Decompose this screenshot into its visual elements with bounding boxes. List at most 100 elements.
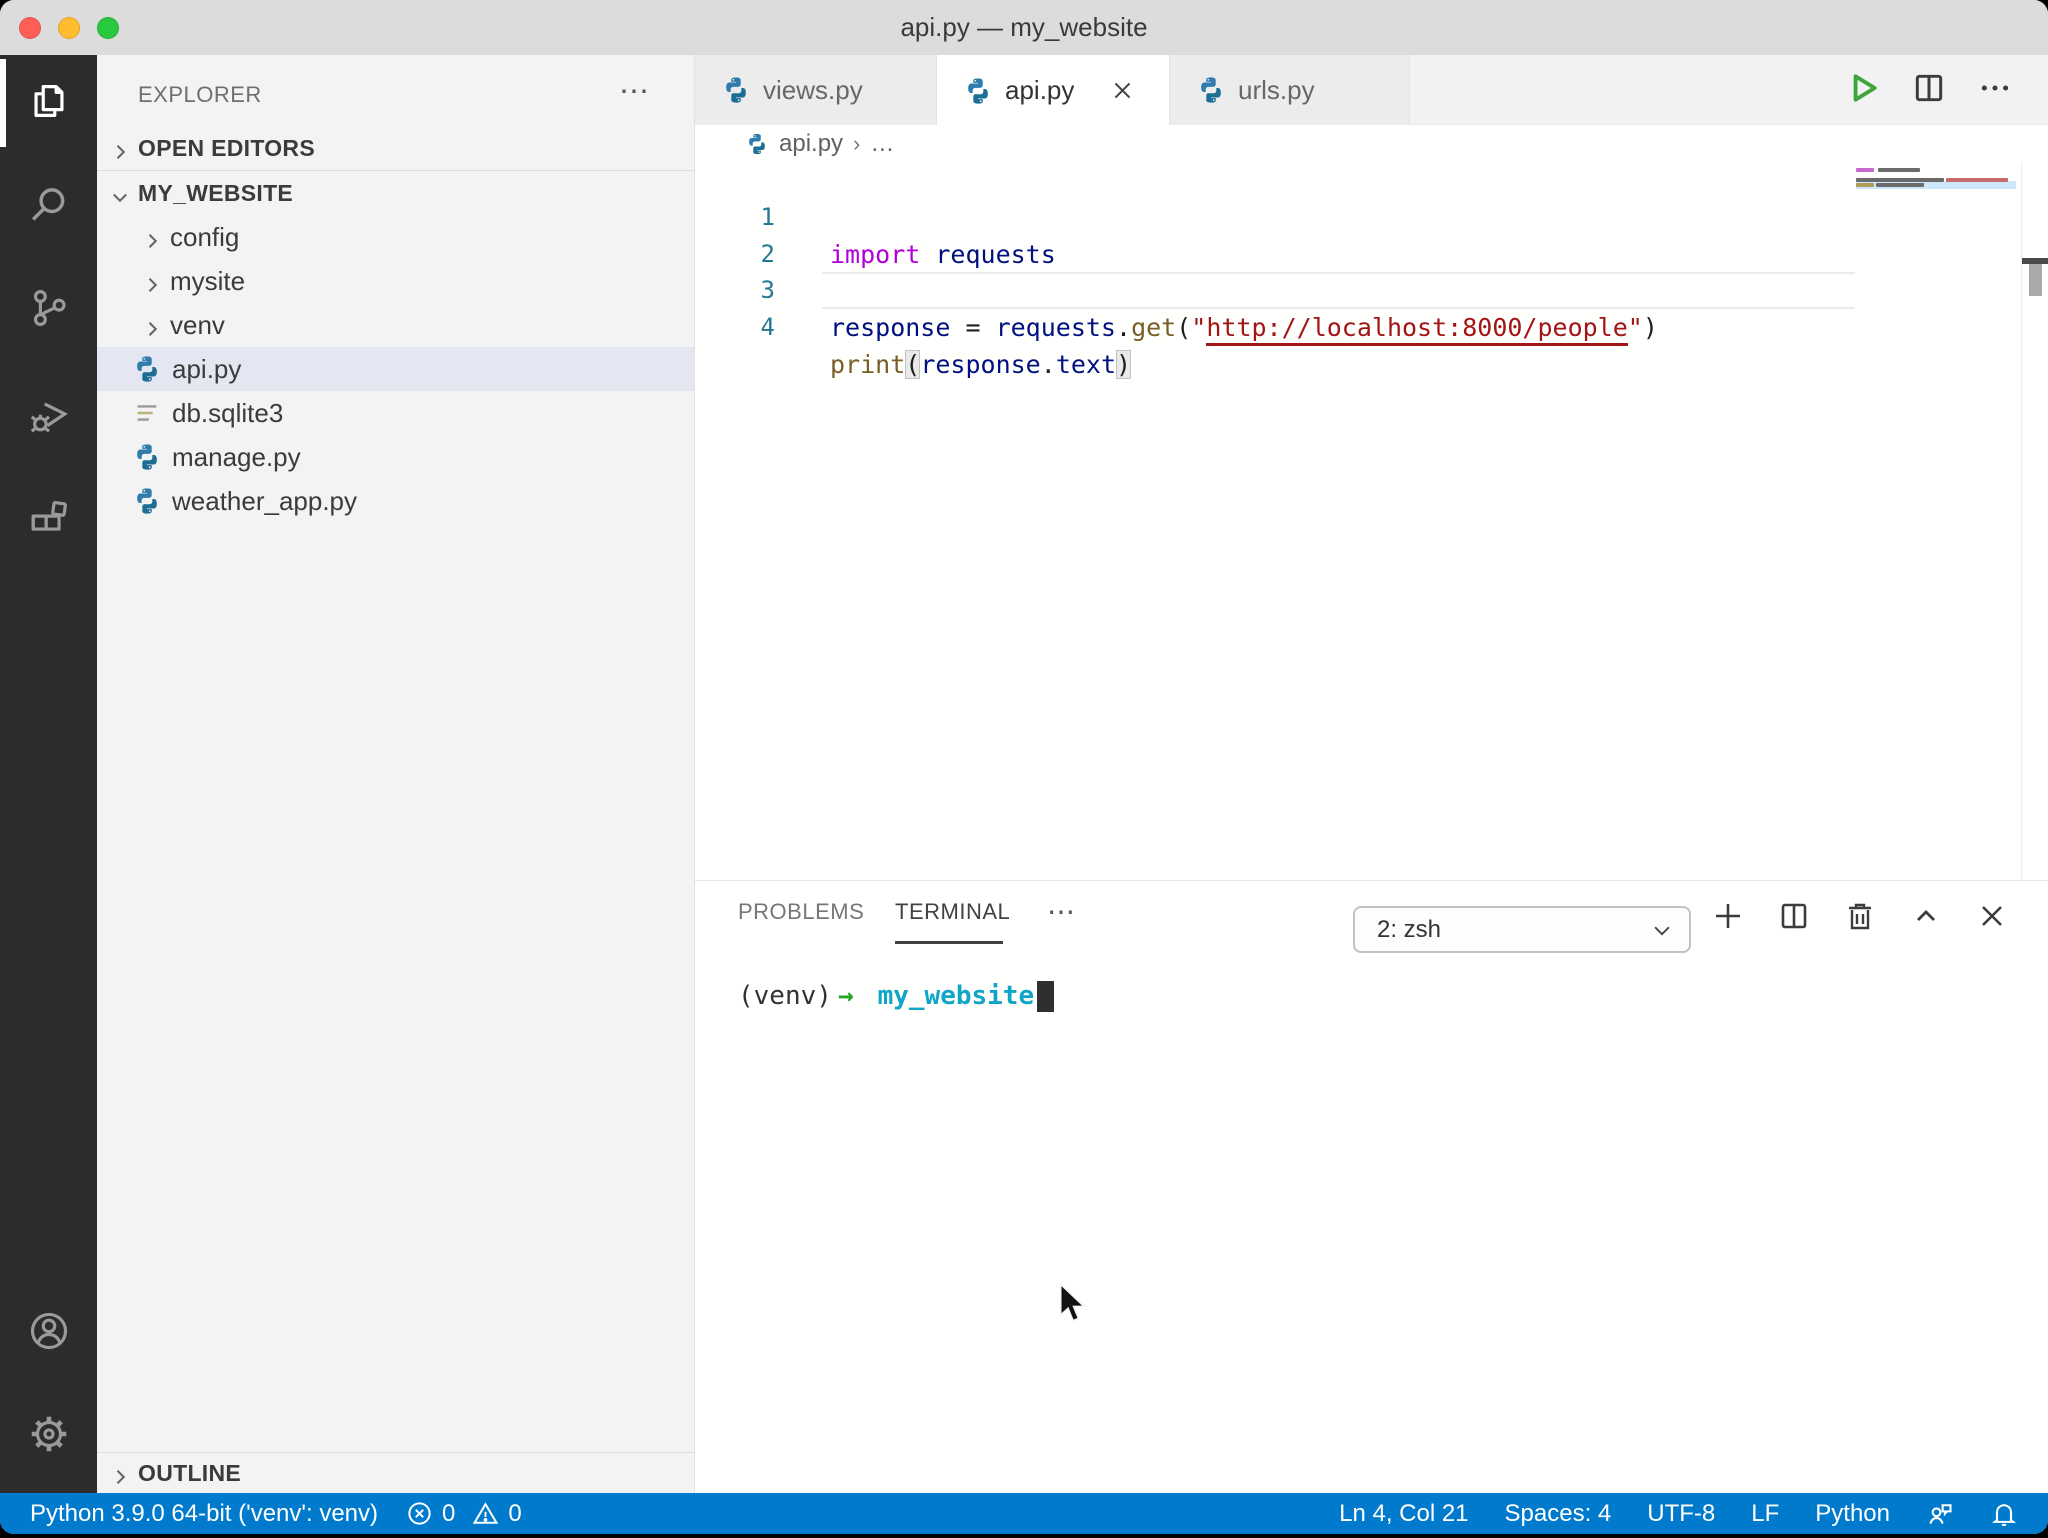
- bracket-match: ): [1116, 350, 1132, 379]
- tree-item-api-py-selected[interactable]: api.py: [97, 347, 694, 391]
- sidebar-item-search[interactable]: [0, 159, 97, 255]
- root-folder-my-website[interactable]: MY_WEBSITE: [97, 171, 694, 215]
- chevron-right-icon: [110, 138, 130, 160]
- shell-select-value: 2: zsh: [1377, 915, 1442, 943]
- python-icon: [721, 75, 751, 105]
- prompt-arrow: →: [837, 981, 854, 1011]
- language-mode-status[interactable]: Python: [1815, 1500, 1890, 1528]
- split-editor-icon[interactable]: [1912, 71, 1946, 110]
- terminal-shell-select[interactable]: 2: zsh: [1353, 906, 1691, 953]
- status-bar: Python 3.9.0 64-bit ('venv': venv) 0 0 L…: [0, 1493, 2048, 1534]
- breadcrumb-file[interactable]: api.py: [779, 130, 843, 158]
- folder-label: venv: [170, 309, 225, 340]
- indentation-status[interactable]: Spaces: 4: [1505, 1500, 1612, 1528]
- terminal-block-cursor: [1037, 980, 1055, 1012]
- editor-scrollbar[interactable]: [2021, 162, 2048, 880]
- file-label: db.sqlite3: [172, 397, 284, 428]
- sidebar-item-extensions[interactable]: [0, 473, 97, 569]
- explorer-more-actions-icon[interactable]: ⋯: [614, 77, 654, 113]
- tree-item-manage-py[interactable]: manage.py: [97, 435, 694, 479]
- title-bar[interactable]: api.py — my_website: [0, 0, 2048, 56]
- encoding-status[interactable]: UTF-8: [1647, 1500, 1715, 1528]
- detected-link[interactable]: http://localhost:8000/people: [1206, 313, 1628, 346]
- close-panel-icon[interactable]: [1976, 900, 2008, 937]
- terminal-prompt-line[interactable]: (venv) → my_website: [738, 976, 1055, 1016]
- python-interpreter-status[interactable]: Python 3.9.0 64-bit ('venv': venv): [30, 1500, 378, 1528]
- feedback-icon[interactable]: [1926, 1500, 1954, 1528]
- python-icon: [745, 132, 769, 156]
- kill-terminal-trash-icon[interactable]: [1844, 900, 1876, 937]
- account-button[interactable]: [0, 1285, 97, 1381]
- database-file-icon: [132, 398, 162, 428]
- root-folder-label: MY_WEBSITE: [138, 179, 294, 206]
- open-editors-label: OPEN EDITORS: [138, 134, 315, 161]
- more-actions-icon[interactable]: [1978, 71, 2012, 110]
- open-editors-section[interactable]: OPEN EDITORS: [97, 126, 694, 170]
- panel-actions: [1712, 881, 2048, 956]
- tree-item-config[interactable]: config: [97, 215, 694, 259]
- tab-terminal[interactable]: TERMINAL: [895, 881, 1010, 943]
- scrollbar-thumb[interactable]: [2029, 264, 2042, 296]
- sidebar-item-explorer[interactable]: [0, 55, 97, 151]
- code-line: 1 import requests: [695, 162, 2048, 269]
- vscode-window: api.py — my_website EXPLORER ⋯ OPEN EDIT…: [0, 0, 2048, 1534]
- tab-api-py[interactable]: api.py: [937, 55, 1170, 126]
- tab-label: urls.py: [1238, 74, 1315, 105]
- run-python-file-button[interactable]: [1846, 71, 1880, 110]
- error-count: 0: [442, 1499, 456, 1527]
- activity-bar: [0, 55, 97, 1493]
- notifications-bell-icon[interactable]: [1990, 1500, 2018, 1528]
- explorer-sidebar: EXPLORER ⋯ OPEN EDITORS MY_WEBSITE confi…: [97, 55, 695, 1493]
- python-icon: [1196, 75, 1226, 105]
- cursor-position-status[interactable]: Ln 4, Col 21: [1339, 1500, 1468, 1528]
- line-number: 4: [760, 313, 775, 341]
- editor-actions: [1846, 55, 2048, 125]
- files-icon: [26, 78, 72, 129]
- chevron-right-icon: [142, 227, 162, 249]
- breadcrumb[interactable]: api.py › …: [695, 125, 2048, 162]
- sidebar-item-run-and-debug[interactable]: [0, 368, 97, 464]
- tab-problems[interactable]: PROBLEMS: [738, 881, 864, 943]
- extensions-icon: [26, 496, 72, 547]
- tree-item-db-sqlite3[interactable]: db.sqlite3: [97, 391, 694, 435]
- problems-status[interactable]: 0 0: [406, 1500, 522, 1528]
- tab-urls-py[interactable]: urls.py: [1170, 55, 1410, 125]
- sidebar-item-source-control[interactable]: [0, 262, 97, 358]
- minimap[interactable]: [1856, 162, 2016, 880]
- close-tab-icon[interactable]: [1110, 78, 1135, 103]
- tab-label: api.py: [1005, 75, 1075, 105]
- mouse-cursor: [1059, 1283, 1087, 1322]
- outline-section[interactable]: OUTLINE: [97, 1452, 694, 1493]
- chevron-down-icon: [1654, 926, 1670, 935]
- prompt-cwd: my_website: [877, 981, 1035, 1011]
- tree-item-venv[interactable]: venv: [97, 303, 694, 347]
- run-and-debug-icon: [26, 391, 72, 442]
- breadcrumb-separator: ›: [853, 130, 861, 156]
- maximize-panel-icon[interactable]: [1910, 900, 1942, 937]
- tab-views-py[interactable]: views.py: [695, 55, 937, 125]
- folder-label: config: [170, 221, 240, 252]
- explorer-title: EXPLORER: [138, 82, 262, 107]
- eol-status[interactable]: LF: [1751, 1500, 1779, 1528]
- tree-item-mysite[interactable]: mysite: [97, 259, 694, 303]
- breadcrumb-ellipsis[interactable]: …: [870, 130, 894, 158]
- active-tab-underline: [895, 941, 1003, 944]
- settings-gear-icon: [26, 1411, 72, 1462]
- chevron-right-icon: [142, 315, 162, 337]
- editor-tab-bar: views.py api.py urls.py: [695, 55, 2048, 126]
- panel-more-actions-icon[interactable]: ⋯: [1047, 895, 1075, 928]
- bracket-match: (: [905, 350, 921, 379]
- python-icon: [132, 486, 162, 516]
- bottom-panel: PROBLEMS TERMINAL ⋯ 2: zsh (venv) → my_w…: [695, 880, 2048, 1493]
- warning-icon: [473, 1502, 499, 1524]
- split-terminal-icon[interactable]: [1778, 900, 1810, 937]
- code-editor[interactable]: 1 import requests 2 3 response = request…: [695, 162, 2048, 880]
- window-title: api.py — my_website: [900, 12, 1148, 42]
- settings-button[interactable]: [0, 1388, 97, 1484]
- python-icon: [132, 442, 162, 472]
- file-label: weather_app.py: [172, 485, 358, 516]
- active-indicator: [0, 59, 6, 147]
- tree-item-weather-app-py[interactable]: weather_app.py: [97, 479, 694, 523]
- new-terminal-icon[interactable]: [1712, 900, 1744, 937]
- error-icon: [408, 1502, 431, 1525]
